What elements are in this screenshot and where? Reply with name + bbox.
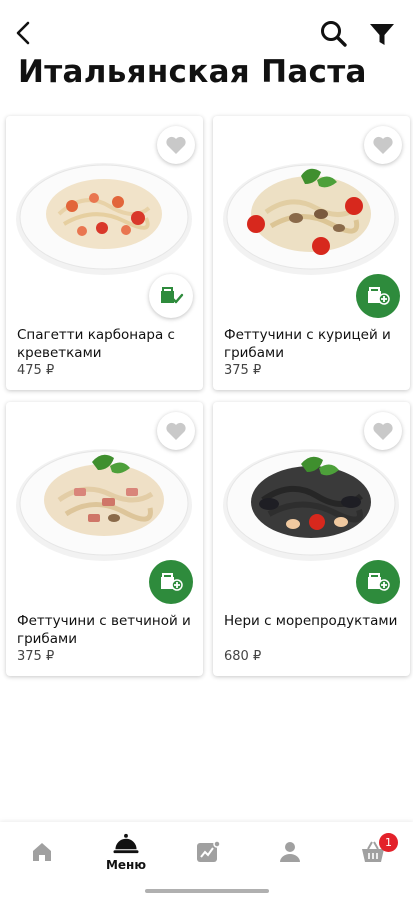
favorite-button[interactable] xyxy=(157,412,195,450)
add-to-cart-button[interactable] xyxy=(356,274,400,318)
cart-count-badge: 1 xyxy=(379,833,398,852)
product-name: Феттучини с курицей и грибами xyxy=(224,327,391,361)
cart-plus-icon xyxy=(368,287,390,305)
search-button[interactable] xyxy=(318,18,350,50)
nav-item-profile[interactable] xyxy=(270,840,310,880)
nav-item-promotions[interactable] xyxy=(188,840,228,880)
search-icon xyxy=(321,21,347,47)
product-name: Спагетти карбонара с креветками xyxy=(17,327,175,361)
heart-icon xyxy=(373,422,393,440)
product-card[interactable]: Спагетти карбонара с креветками 475 ₽ xyxy=(6,116,203,390)
product-price: 375 ₽ xyxy=(17,649,55,664)
top-bar xyxy=(0,0,413,60)
cart-check-icon xyxy=(161,287,184,304)
nav-item-home[interactable] xyxy=(22,840,62,880)
user-icon xyxy=(280,842,300,862)
product-card[interactable]: Нери с морепродуктами 680 ₽ xyxy=(213,402,410,676)
filter-button[interactable] xyxy=(367,20,397,50)
add-to-cart-button[interactable] xyxy=(356,560,400,604)
product-price: 475 ₽ xyxy=(17,363,55,378)
product-price: 680 ₽ xyxy=(224,649,262,664)
chart-icon xyxy=(197,840,221,862)
filter-icon xyxy=(370,24,394,45)
nav-item-label: Меню xyxy=(105,858,147,872)
product-name: Феттучини с ветчиной и грибами xyxy=(17,613,191,647)
home-icon xyxy=(33,843,51,861)
cloche-icon xyxy=(113,833,139,854)
heart-icon xyxy=(166,422,186,440)
nav-item-menu[interactable]: Меню xyxy=(101,832,151,872)
product-name: Нери с морепродуктами xyxy=(224,613,398,629)
product-card[interactable]: Феттучини с ветчиной и грибами 375 ₽ xyxy=(6,402,203,676)
cart-plus-icon xyxy=(368,573,390,591)
favorite-button[interactable] xyxy=(157,126,195,164)
chevron-left-icon xyxy=(16,21,30,45)
add-to-cart-button[interactable] xyxy=(149,560,193,604)
product-price: 375 ₽ xyxy=(224,363,262,378)
heart-icon xyxy=(166,136,186,154)
back-button[interactable] xyxy=(10,18,40,48)
heart-icon xyxy=(373,136,393,154)
favorite-button[interactable] xyxy=(364,412,402,450)
favorite-button[interactable] xyxy=(364,126,402,164)
in-cart-button[interactable] xyxy=(149,274,193,318)
cart-plus-icon xyxy=(161,573,183,591)
home-indicator xyxy=(145,889,269,893)
page-title: Итальянская Паста xyxy=(18,54,367,90)
product-card[interactable]: Феттучини с курицей и грибами 375 ₽ xyxy=(213,116,410,390)
